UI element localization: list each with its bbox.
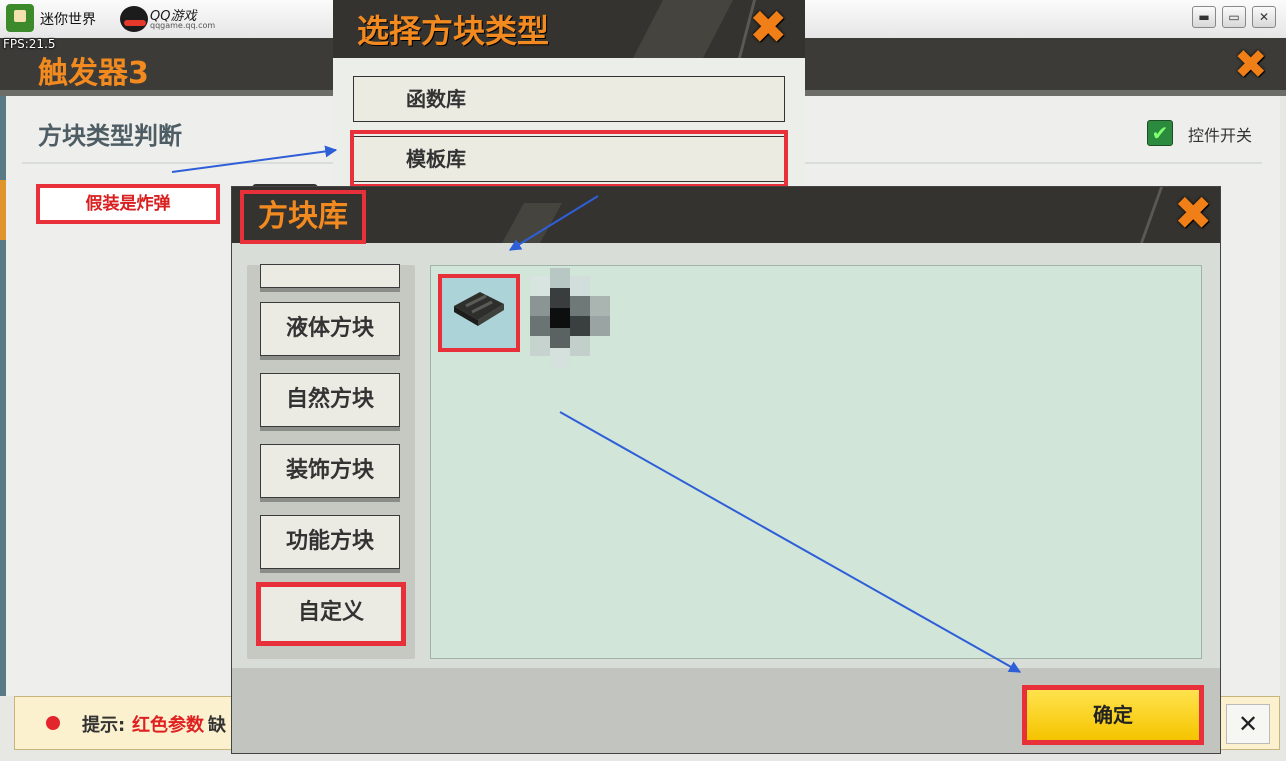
annotation-arrows <box>171 145 1022 673</box>
arrow-to-template <box>171 145 338 173</box>
arrow-to-library <box>508 195 599 251</box>
arrow-to-confirm <box>559 411 1022 673</box>
